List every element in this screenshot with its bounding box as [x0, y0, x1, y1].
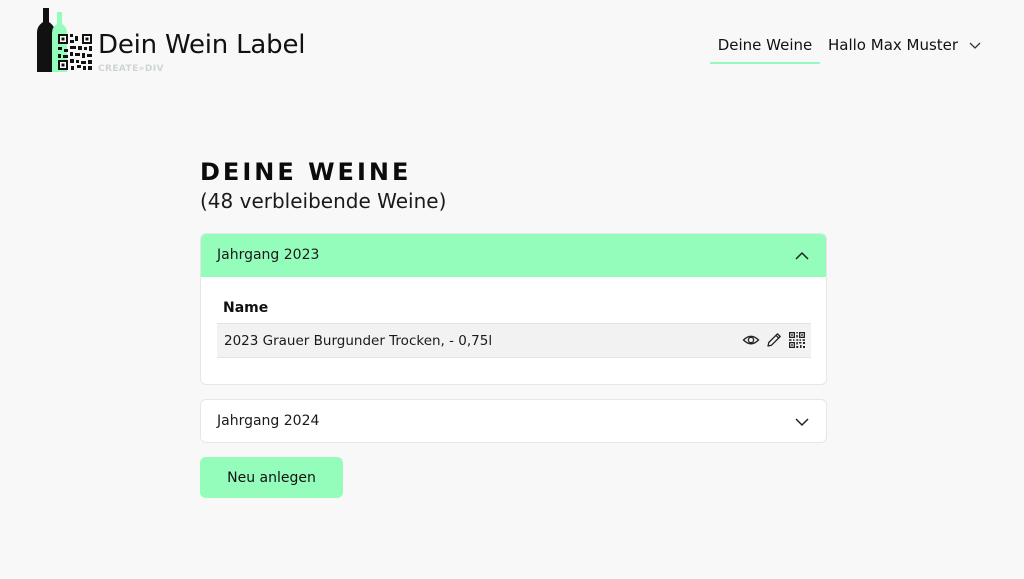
- accordion-header-2023[interactable]: Jahrgang 2023: [201, 234, 826, 277]
- chevron-down-icon: [795, 418, 809, 427]
- logo[interactable]: Dein Wein Label CREATE»DIV: [36, 6, 336, 74]
- accordion-jahrgang-2024: Jahrgang 2024: [200, 399, 827, 443]
- remaining-count: (48 verbleibende Weine): [200, 189, 447, 213]
- new-wine-button[interactable]: Neu anlegen: [200, 457, 343, 498]
- accordion-label: Jahrgang 2024: [217, 413, 320, 429]
- accordion-jahrgang-2023: Jahrgang 2023 Name 2023 Grauer Burgunder…: [200, 233, 827, 385]
- chevron-down-icon: [969, 42, 981, 49]
- page-title: DEINE WEINE: [200, 158, 412, 186]
- qr-code-icon[interactable]: [788, 331, 806, 349]
- logo-title: Dein Wein Label: [98, 30, 306, 60]
- user-menu[interactable]: Hallo Max Muster: [828, 34, 981, 58]
- eye-icon[interactable]: [742, 331, 760, 349]
- nav-deine-weine[interactable]: Deine Weine: [710, 34, 820, 64]
- column-header-name: Name: [223, 300, 269, 316]
- wine-bottle-logo-icon: [37, 8, 92, 72]
- chevron-up-icon: [795, 251, 809, 260]
- accordion-label: Jahrgang 2023: [217, 247, 320, 263]
- pencil-icon[interactable]: [765, 331, 783, 349]
- user-menu-label: Hallo Max Muster: [828, 36, 959, 54]
- accordion-header-2024[interactable]: Jahrgang 2024: [201, 400, 826, 442]
- logo-subtitle: CREATE»DIV: [98, 64, 164, 74]
- wine-name: 2023 Grauer Burgunder Trocken, - 0,75l: [224, 333, 493, 349]
- table-row: 2023 Grauer Burgunder Trocken, - 0,75l: [217, 323, 811, 358]
